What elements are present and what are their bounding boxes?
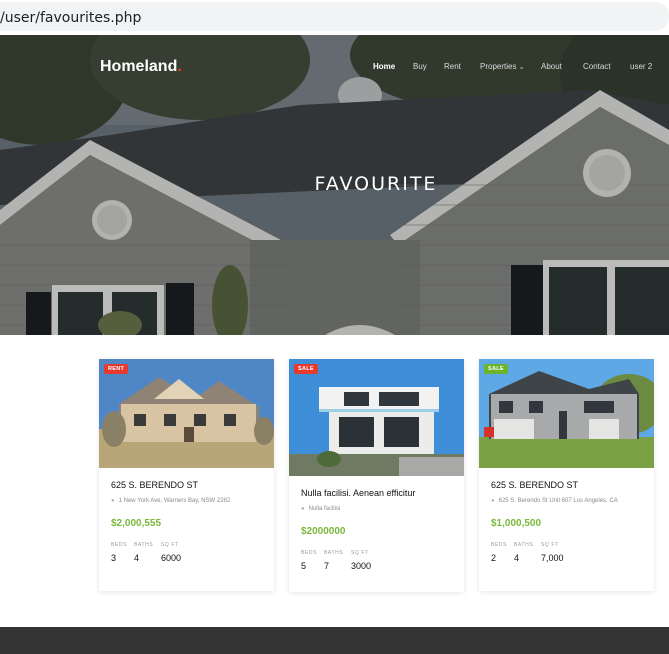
property-address: ● 625 S. Berendo St Unit 607 Los Angeles,… <box>491 498 618 504</box>
nav-contact[interactable]: Contact <box>583 62 611 71</box>
status-badge: RENT <box>104 364 129 374</box>
address-text: 625 S. Berendo St Unit 607 Los Angeles, … <box>498 498 618 504</box>
browser-url-bar: /user/favourites.php <box>0 0 669 35</box>
address-text: Nulla facilisi <box>308 506 341 512</box>
location-pin-icon: ● <box>301 506 305 512</box>
nav-properties[interactable]: Properties ⌄ <box>480 62 525 71</box>
property-photo[interactable]: SALE <box>289 359 464 476</box>
nav-buy[interactable]: Buy <box>413 62 427 71</box>
nav-about[interactable]: About <box>541 62 562 71</box>
sqft-value: 6000 <box>161 553 182 563</box>
baths-label: BATHS <box>324 550 344 556</box>
sqft-value: 7,000 <box>541 553 564 563</box>
sqft-label: SQ FT <box>541 542 559 548</box>
sqft-value: 3000 <box>351 561 372 571</box>
location-pin-icon: ● <box>111 498 115 504</box>
site-footer <box>0 627 669 654</box>
property-photo[interactable]: SALE <box>479 359 654 468</box>
sqft-label: SQ FT <box>161 542 179 548</box>
url-text[interactable]: /user/favourites.php <box>0 10 141 26</box>
property-title[interactable]: 625 S. BERENDO ST <box>491 480 578 490</box>
property-title[interactable]: Nulla facilisi. Aenean efficitur <box>301 488 415 498</box>
baths-value: 4 <box>134 553 140 563</box>
nav-properties-label: Properties <box>480 62 517 71</box>
property-price: $2,000,555 <box>111 518 162 529</box>
chevron-down-icon: ⌄ <box>518 64 525 71</box>
property-photo[interactable]: RENT <box>99 359 274 468</box>
page-title: FAVOURITE <box>314 173 438 195</box>
property-address: ● 1 New York Ave, Warners Bay, NSW 2282 <box>111 498 230 504</box>
property-price: $2000000 <box>301 526 346 537</box>
nav-user[interactable]: user 2 <box>630 62 652 71</box>
main-nav: Home Buy Rent Properties ⌄ About Contact… <box>0 62 669 76</box>
baths-label: BATHS <box>134 542 154 548</box>
status-badge: SALE <box>484 364 508 374</box>
property-title[interactable]: 625 S. BERENDO ST <box>111 480 198 490</box>
address-field[interactable]: /user/favourites.php <box>0 2 669 31</box>
sqft-label: SQ FT <box>351 550 369 556</box>
beds-label: BEDS <box>111 542 128 548</box>
location-pin-icon: ● <box>491 498 495 504</box>
baths-label: BATHS <box>514 542 534 548</box>
status-badge: SALE <box>294 364 318 374</box>
nav-home[interactable]: Home <box>373 62 395 71</box>
beds-value: 3 <box>111 553 117 563</box>
property-price: $1,000,500 <box>491 518 542 529</box>
property-card-1[interactable]: RENT 625 S. BERENDO ST ● 1 New York Ave, … <box>99 359 274 591</box>
nav-rent[interactable]: Rent <box>444 62 461 71</box>
hero-banner: Homeland. Home Buy Rent Properties ⌄ Abo… <box>0 35 669 335</box>
beds-value: 2 <box>491 553 497 563</box>
baths-value: 4 <box>514 553 520 563</box>
baths-value: 7 <box>324 561 330 571</box>
address-text: 1 New York Ave, Warners Bay, NSW 2282 <box>118 498 231 504</box>
property-address: ● Nulla facilisi <box>301 506 340 512</box>
property-card-3[interactable]: SALE 625 S. BERENDO ST ● 625 S. Berendo S… <box>479 359 654 591</box>
beds-label: BEDS <box>301 550 318 556</box>
beds-value: 5 <box>301 561 307 571</box>
property-card-2[interactable]: SALE Nulla facilisi. Aenean efficitur ● N… <box>289 359 464 592</box>
beds-label: BEDS <box>491 542 508 548</box>
